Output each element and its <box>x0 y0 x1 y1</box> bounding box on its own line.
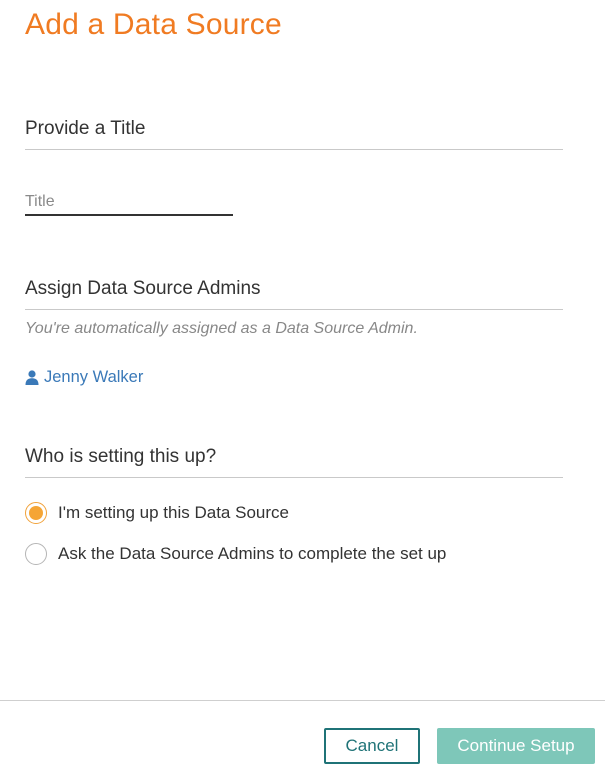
provide-title-heading: Provide a Title <box>25 118 563 150</box>
user-icon <box>25 370 39 385</box>
radio-option-self-setup[interactable]: I'm setting up this Data Source <box>25 502 289 524</box>
cancel-button[interactable]: Cancel <box>324 728 420 764</box>
radio-label-self-setup: I'm setting up this Data Source <box>58 503 289 522</box>
auto-assigned-hint: You're automatically assigned as a Data … <box>25 320 418 337</box>
admin-user-link[interactable]: Jenny Walker <box>25 368 143 387</box>
radio-option-ask-admins[interactable]: Ask the Data Source Admins to complete t… <box>25 543 446 565</box>
radio-button-unselected[interactable] <box>25 543 47 565</box>
radio-label-ask-admins: Ask the Data Source Admins to complete t… <box>58 544 447 563</box>
assign-admins-heading: Assign Data Source Admins <box>25 278 563 310</box>
continue-setup-button[interactable]: Continue Setup <box>437 728 595 764</box>
page-title: Add a Data Source <box>25 8 282 41</box>
footer-divider <box>0 700 605 701</box>
who-setting-up-heading: Who is setting this up? <box>25 446 563 478</box>
radio-button-selected[interactable] <box>25 502 47 524</box>
admin-user-name: Jenny Walker <box>44 368 144 386</box>
title-input[interactable] <box>25 190 233 216</box>
